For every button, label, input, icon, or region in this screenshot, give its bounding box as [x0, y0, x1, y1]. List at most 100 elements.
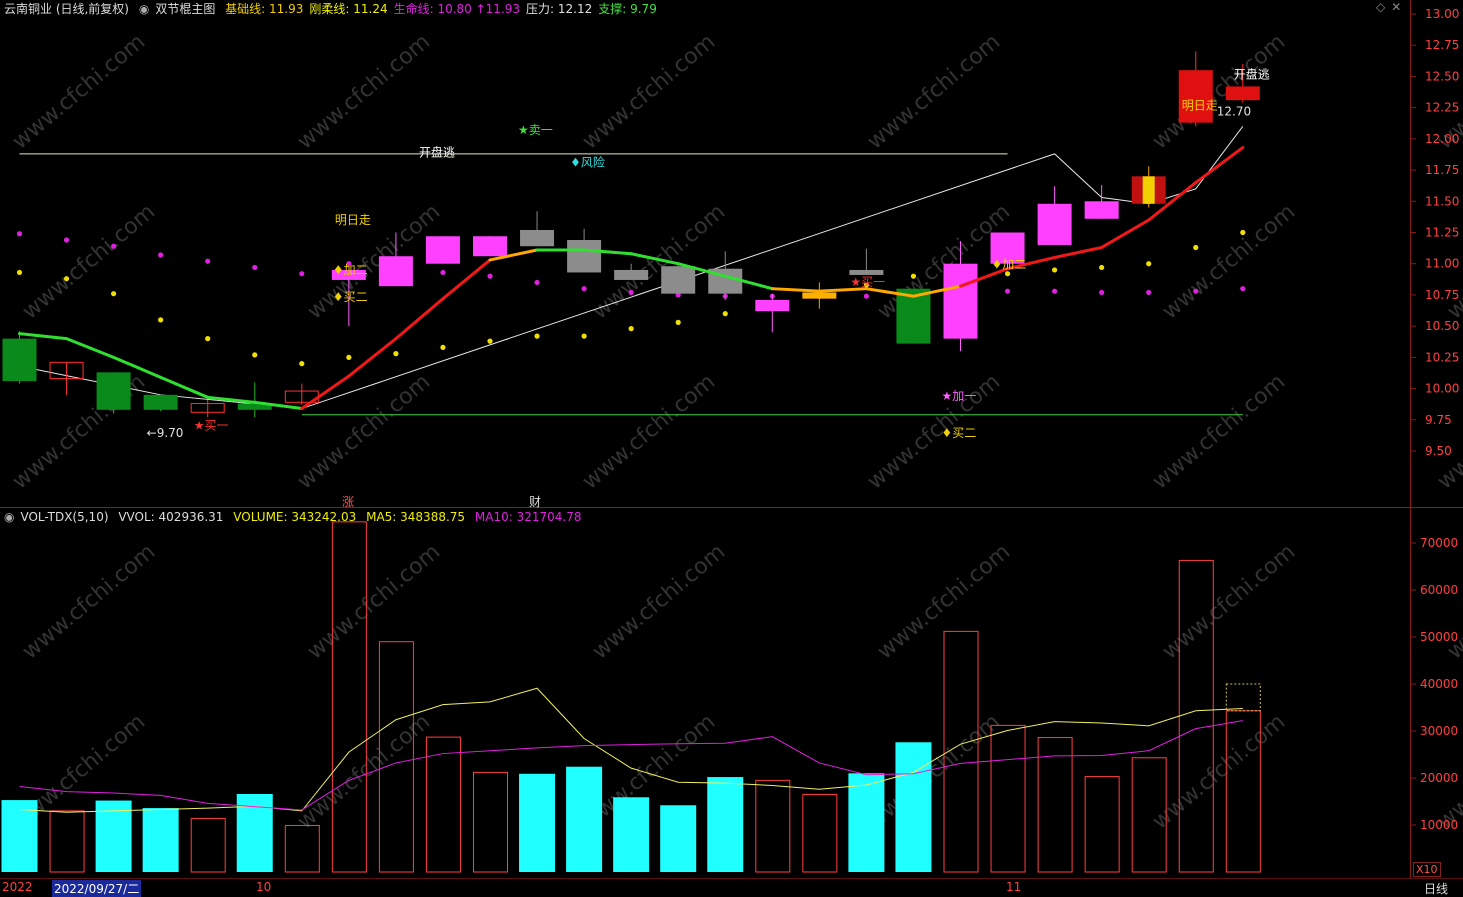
signal-annotation: 12.70 [1217, 104, 1251, 118]
yellow-dot [1146, 261, 1152, 267]
vol-dropdown-icon[interactable]: ◉ [4, 510, 14, 524]
indicator-value-2: 生命线: 10.80 ↑11.93 [393, 2, 521, 16]
volume-bar [473, 771, 508, 873]
signal-annotation: 开盘逃 [1234, 67, 1270, 82]
lifeline-segment [1194, 146, 1245, 185]
volume-tick-label: 10000 [1420, 818, 1458, 832]
price-tick-label: 10.50 [1425, 319, 1459, 333]
watermark-text: www.cfchi.com [588, 199, 730, 324]
watermark-text: www.cfchi.com [8, 29, 150, 154]
magenta-dot [1240, 286, 1246, 292]
volume-bar [895, 742, 932, 872]
volume-panel[interactable] [1, 521, 1261, 873]
candle-body [1225, 86, 1260, 101]
chart-canvas: www.cfchi.com www.cfchi.com www.cfchi.com w… [0, 0, 1463, 878]
volume-bar [142, 808, 179, 872]
watermark-text: www.cfchi.com [863, 29, 1005, 154]
date-cursor: 2022/09/27/二 [52, 880, 142, 897]
watermark-text: www.cfchi.com [293, 369, 435, 494]
price-tick-label: 10.75 [1425, 288, 1459, 302]
lifeline-segment [1053, 245, 1104, 259]
watermark-text: www.cfchi.com [293, 29, 435, 154]
volume-bar [1037, 737, 1073, 873]
yellow-dot [1099, 264, 1105, 271]
volume-bar [331, 521, 367, 873]
close-icon[interactable]: ✕ [1391, 0, 1401, 14]
yellow-dot [393, 351, 399, 357]
watermark-text: www.cfchi.com [578, 369, 720, 494]
lifeline-segment [159, 375, 210, 399]
indicator-dropdown-icon[interactable]: ◉ [139, 2, 149, 16]
candle-body [943, 263, 978, 339]
price-tick-label: 9.75 [1425, 413, 1452, 427]
candle-body [96, 372, 131, 410]
candle-body [661, 266, 696, 294]
watermark-text: www.cfchi.com [588, 539, 730, 664]
volume-bar [519, 773, 556, 872]
candle-body [2, 338, 37, 382]
candle-body [143, 394, 178, 410]
indicator-name[interactable]: 双节棍主图 [155, 2, 215, 16]
price-tick-label: 13.00 [1425, 7, 1459, 21]
price-header: 云南铜业 (日线,前复权) ◉ 双节棍主图 基础线: 11.93 刚柔线: 11.2… [4, 0, 669, 17]
volume-bar [848, 773, 885, 872]
diamond-icon[interactable]: ◇ [1376, 0, 1385, 14]
yellow-dot [111, 291, 117, 297]
signal-annotation: ★卖一 [518, 123, 553, 137]
candle-body-highlight [1142, 176, 1155, 204]
period-mode[interactable]: 日线 [1424, 880, 1448, 897]
magenta-dot [205, 258, 211, 264]
volume-tick-label: 40000 [1420, 677, 1458, 691]
lifeline-segment [1100, 218, 1151, 249]
indicator-value-3: 压力: 12.12 [526, 2, 593, 16]
magenta-dot [299, 271, 305, 277]
yellow-dot [440, 344, 446, 350]
lifeline-segment [817, 287, 868, 293]
signal-annotation: ♦加二 [333, 263, 368, 277]
candle-body [1178, 70, 1213, 123]
price-tick-label: 11.50 [1425, 194, 1459, 208]
vol-indicator-name[interactable]: VOL-TDX(5,10) [20, 510, 108, 524]
volume-header: ◉ VOL-TDX(5,10) VVOL: 402936.31 VOLUME: 3… [4, 510, 587, 524]
yellow-dot [205, 336, 211, 342]
volume-value: VOLUME: 343242.03 [233, 510, 357, 524]
watermark-text: www.cfchi.com [578, 29, 720, 154]
event-marker-cai[interactable]: 财 [529, 493, 541, 510]
magenta-dot [1004, 288, 1011, 294]
volume-bar [802, 793, 838, 873]
volume-tick-label: 50000 [1420, 630, 1458, 644]
watermark-text: www.cfchi.com [1148, 29, 1290, 154]
volume-bar [425, 736, 461, 873]
magenta-dot [252, 264, 258, 271]
event-marker-zhang[interactable]: 涨 [342, 493, 354, 510]
volume-bar [990, 724, 1026, 873]
volume-bar [49, 810, 85, 873]
price-tick-label: 12.75 [1425, 38, 1459, 52]
stock-title: 云南铜业 (日线,前复权) [4, 2, 129, 16]
volume-bar [707, 777, 744, 872]
magenta-dot [111, 243, 117, 249]
candle-body [755, 299, 790, 312]
signal-annotation: ♦买二 [333, 290, 368, 304]
magenta-dot [863, 293, 870, 299]
volume-tick-label: 60000 [1420, 583, 1458, 597]
yellow-dot [1193, 244, 1199, 251]
panel-controls[interactable]: ◇ ✕ [1376, 0, 1407, 14]
scale-badge[interactable]: X10 [1413, 862, 1441, 877]
yellow-dot [675, 319, 681, 325]
yellow-dot [252, 352, 258, 358]
watermark-text: www.cfchi.com [1148, 709, 1290, 834]
yellow-dot [722, 311, 728, 317]
indicator-value-4: 支撑: 9.79 [598, 2, 657, 16]
magenta-dot [158, 252, 164, 258]
price-tick-label: 10.25 [1425, 350, 1459, 364]
signal-annotation: 明日走 [335, 213, 371, 227]
magenta-dot [534, 279, 540, 286]
watermark-text: www.cfchi.com [863, 369, 1005, 494]
lifeline-segment [65, 337, 116, 359]
yellow-dot [63, 276, 70, 282]
volume-bar [660, 805, 697, 872]
magenta-dot [63, 237, 70, 243]
yellow-dot [299, 361, 305, 367]
month-11: 11 [1006, 880, 1022, 894]
